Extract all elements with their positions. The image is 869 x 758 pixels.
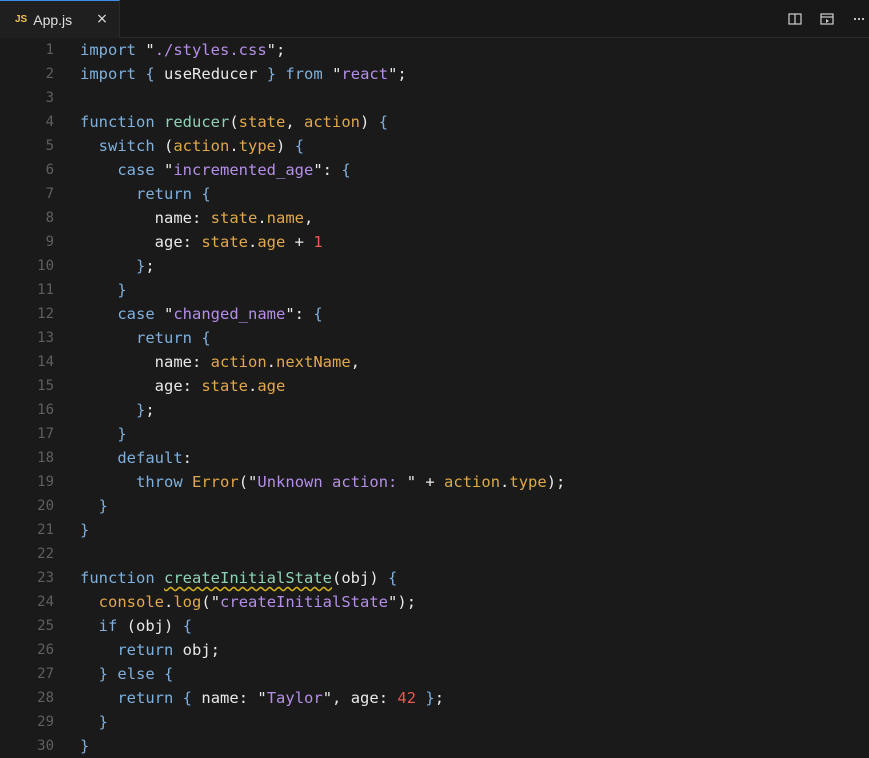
line-code: } <box>98 713 109 731</box>
line-code: function createInitialState(obj) { <box>80 569 398 587</box>
line-code: return { name: "Taylor", age: 42 }; <box>117 689 445 707</box>
code-line: 8 name: state.name, <box>0 206 869 230</box>
line-code: } <box>117 425 127 443</box>
code-line: 5 switch (action.type) { <box>0 134 869 158</box>
tab-app-js[interactable]: JS App.js × <box>0 0 120 38</box>
line-number: 13 <box>37 330 54 346</box>
code-line: 22 <box>0 542 869 566</box>
line-number: 18 <box>37 450 54 466</box>
line-number: 21 <box>37 522 54 538</box>
line-number: 19 <box>37 474 54 490</box>
line-code: throw Error("Unknown action: " + action.… <box>136 473 566 491</box>
code-line: 4 function reducer(state, action) { <box>0 110 869 134</box>
line-number: 4 <box>45 114 54 130</box>
line-code: function reducer(state, action) { <box>80 113 389 131</box>
javascript-file-icon: JS <box>15 14 28 25</box>
code-line: 19 throw Error("Unknown action: " + acti… <box>0 470 869 494</box>
line-code: import { useReducer } from "react"; <box>80 65 407 83</box>
line-code: case "incremented_age": { <box>117 161 351 179</box>
code-line: 1 import "./styles.css"; <box>0 38 869 62</box>
line-number: 30 <box>37 738 54 754</box>
line-code: name: state.name, <box>154 209 314 227</box>
code-line: 7 return { <box>0 182 869 206</box>
line-code: } else { <box>98 665 174 683</box>
line-number: 9 <box>45 234 54 250</box>
code-line: 28 return { name: "Taylor", age: 42 }; <box>0 686 869 710</box>
code-line: 21} <box>0 518 869 542</box>
code-line: 2 import { useReducer } from "react"; <box>0 62 869 86</box>
line-number: 11 <box>37 282 54 298</box>
line-number: 1 <box>45 42 54 58</box>
line-number: 14 <box>37 354 54 370</box>
line-number: 17 <box>37 426 54 442</box>
code-editor[interactable]: 1 import "./styles.css"; 2 import { useRed… <box>0 38 869 758</box>
code-line: 26 return obj; <box>0 638 869 662</box>
line-number: 16 <box>37 402 54 418</box>
line-number: 27 <box>37 666 54 682</box>
line-code: import "./styles.css"; <box>80 41 286 59</box>
code-line: 11 } <box>0 278 869 302</box>
line-code: age: state.age <box>154 377 286 395</box>
line-code: name: action.nextName, <box>154 353 360 371</box>
line-number: 2 <box>45 66 54 82</box>
open-preview-icon[interactable] <box>819 11 835 27</box>
line-code: return obj; <box>117 641 221 659</box>
line-code: switch (action.type) { <box>98 137 305 155</box>
line-number: 8 <box>45 210 54 226</box>
line-number: 23 <box>37 570 54 586</box>
code-line: 15 age: state.age <box>0 374 869 398</box>
line-number: 20 <box>37 498 54 514</box>
line-number: 5 <box>45 138 54 154</box>
close-icon[interactable]: × <box>95 11 109 27</box>
code-line: 30} <box>0 734 869 758</box>
line-code: console.log("createInitialState"); <box>98 593 417 611</box>
line-code: } <box>80 737 90 755</box>
code-line: 10 }; <box>0 254 869 278</box>
tab-bar: JS App.js × <box>0 0 869 38</box>
code-line: 18 default: <box>0 446 869 470</box>
code-line: 14 name: action.nextName, <box>0 350 869 374</box>
more-actions-icon[interactable] <box>851 11 867 27</box>
line-code: case "changed_name": { <box>117 305 323 323</box>
line-code: if (obj) { <box>98 617 193 635</box>
line-number: 28 <box>37 690 54 706</box>
line-code: }; <box>136 401 155 419</box>
line-number: 7 <box>45 186 54 202</box>
code-line: 16 }; <box>0 398 869 422</box>
code-line: 29 } <box>0 710 869 734</box>
code-line: 20 } <box>0 494 869 518</box>
line-number: 22 <box>37 546 54 562</box>
line-code: } <box>80 521 90 539</box>
line-code: } <box>117 281 127 299</box>
code-line: 3 <box>0 86 869 110</box>
line-code: }; <box>136 257 155 275</box>
code-line: 12 case "changed_name": { <box>0 302 869 326</box>
line-number: 26 <box>37 642 54 658</box>
split-editor-icon[interactable] <box>787 11 803 27</box>
code-line: 6 case "incremented_age": { <box>0 158 869 182</box>
line-number: 12 <box>37 306 54 322</box>
line-number: 25 <box>37 618 54 634</box>
tab-title: App.js <box>33 11 73 28</box>
line-number: 10 <box>37 258 54 274</box>
line-code: return { <box>136 185 211 203</box>
line-number: 24 <box>37 594 54 610</box>
code-line: 25 if (obj) { <box>0 614 869 638</box>
line-code: age: state.age + 1 <box>154 233 323 251</box>
line-code: default: <box>117 449 192 467</box>
line-code: } <box>98 497 109 515</box>
line-number: 6 <box>45 162 54 178</box>
line-code: return { <box>136 329 211 347</box>
code-line: 27 } else { <box>0 662 869 686</box>
code-line: 23 function createInitialState(obj) { <box>0 566 869 590</box>
editor-actions <box>771 0 869 38</box>
code-line: 24 console.log("createInitialState"); <box>0 590 869 614</box>
code-line: 17 } <box>0 422 869 446</box>
line-number: 15 <box>37 378 54 394</box>
code-line: 13 return { <box>0 326 869 350</box>
line-number: 3 <box>45 90 54 106</box>
line-number: 29 <box>37 714 54 730</box>
code-line: 9 age: state.age + 1 <box>0 230 869 254</box>
